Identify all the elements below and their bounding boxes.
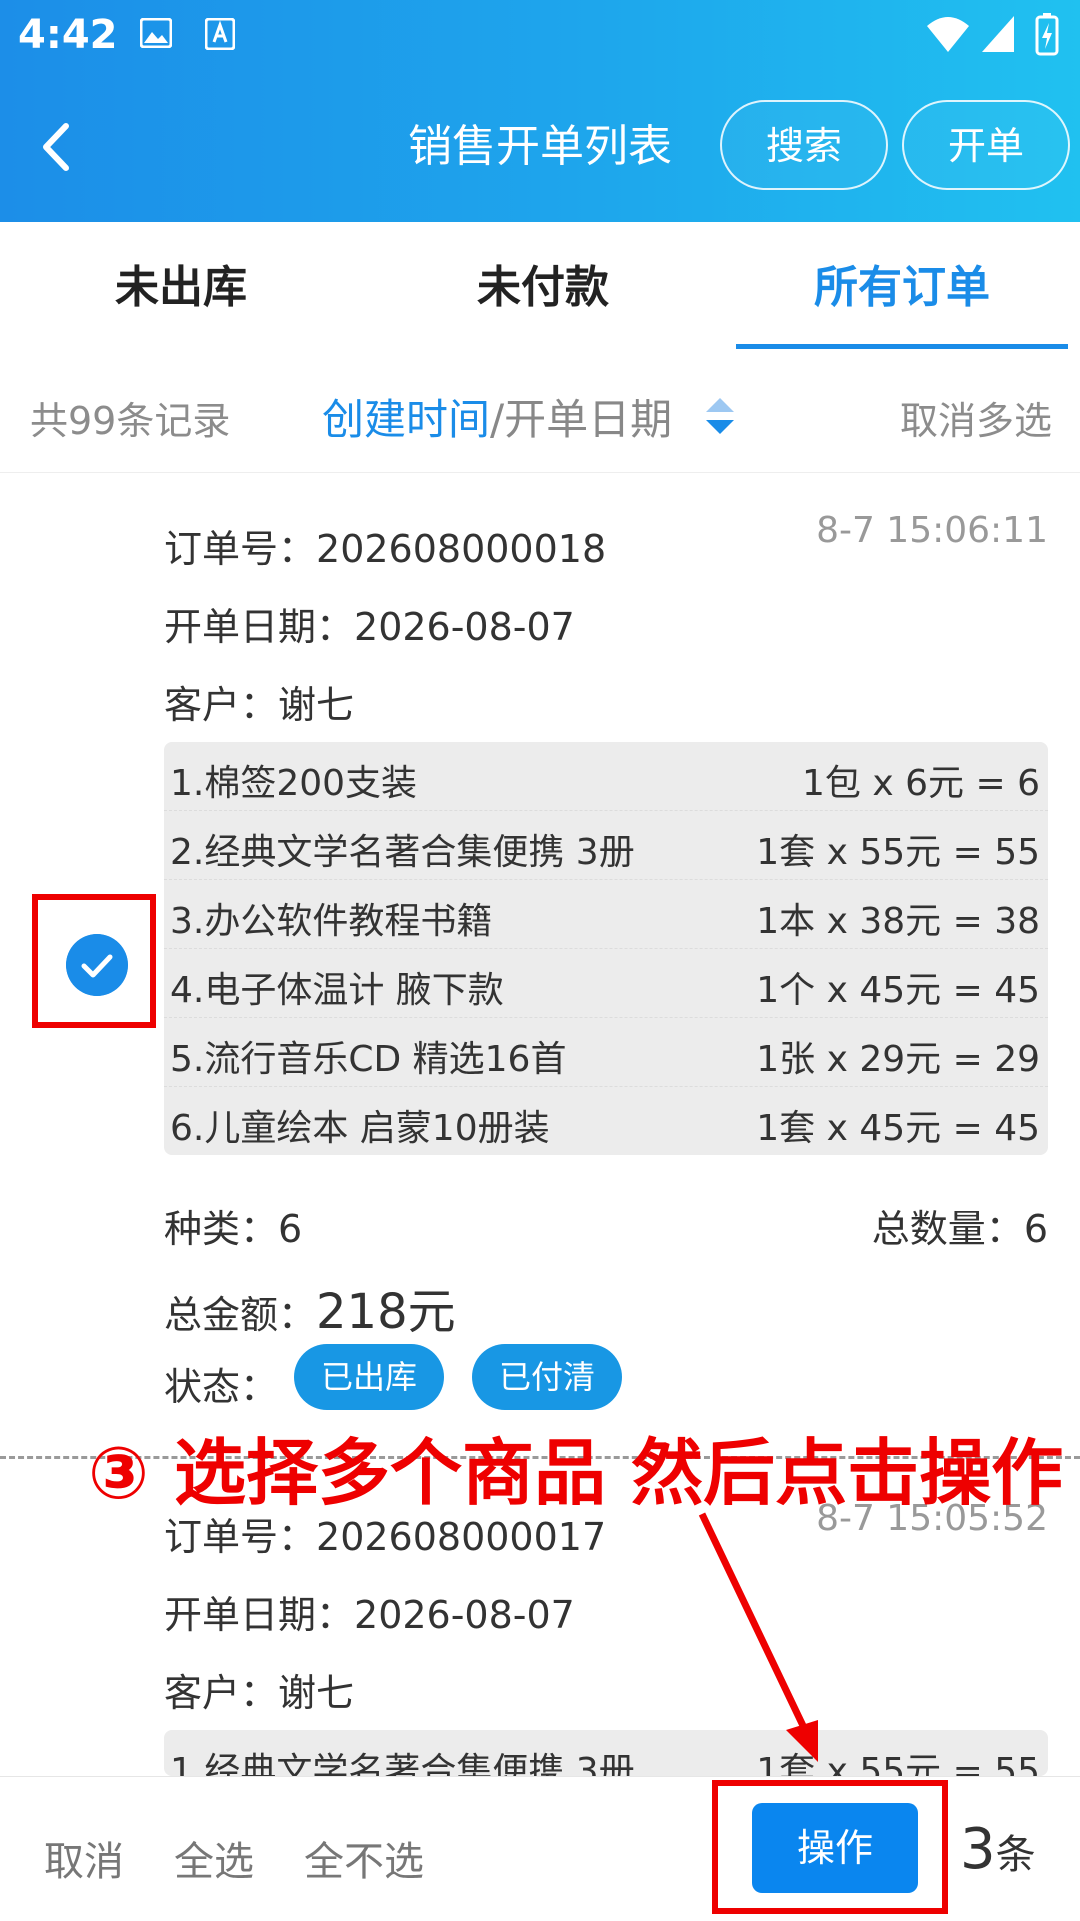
annotation-instruction: ③ 选择多个商品 然后点击操作 bbox=[88, 1431, 1064, 1515]
item-name: 2.经典文学名著合集便携 3册 bbox=[170, 832, 635, 873]
item-name: 5.流行音乐CD 精选16首 bbox=[170, 1039, 567, 1080]
status-bar: 4:42 bbox=[0, 0, 1080, 74]
active-tab-indicator bbox=[736, 344, 1068, 349]
order-date-label: 开单日期： bbox=[164, 605, 355, 649]
order-date: 开单日期：2026-08-07 bbox=[164, 1584, 575, 1639]
order-items-list: 1.经典文学名著合集便携 3册 1套 x 55元 = 55 bbox=[164, 1730, 1048, 1776]
order-date-value: 2026-08-07 bbox=[354, 1593, 575, 1637]
order-number-label: 订单号： bbox=[164, 1515, 317, 1559]
item-name: 6.儿童绘本 启蒙10册装 bbox=[170, 1108, 550, 1149]
item-name: 1.经典文学名著合集便携 3册 bbox=[170, 1751, 635, 1776]
cancel-button[interactable]: 取消 bbox=[44, 1829, 124, 1887]
order-customer: 客户：谢七 bbox=[164, 674, 354, 729]
order-number-value: 202608000017 bbox=[316, 1515, 607, 1559]
list-item: 5.流行音乐CD 精选16首 1张 x 29元 = 29 bbox=[164, 1018, 1048, 1087]
new-order-button[interactable]: 开单 bbox=[902, 100, 1070, 190]
battery-icon bbox=[1035, 13, 1059, 56]
item-name: 1.棉签200支装 bbox=[170, 763, 418, 804]
amount-value: 218元 bbox=[316, 1284, 456, 1340]
signal-icon bbox=[982, 16, 1014, 52]
sort-arrows-icon[interactable] bbox=[702, 392, 738, 440]
order-kinds: 种类：6 bbox=[164, 1198, 302, 1253]
status-label: 状态： bbox=[164, 1365, 279, 1409]
customer-value: 谢七 bbox=[278, 1671, 355, 1715]
selected-count: 3条 bbox=[960, 1817, 1036, 1882]
order-total-amount: 总金额：218元 bbox=[164, 1272, 456, 1342]
customer-label: 客户： bbox=[164, 683, 279, 727]
tab-unpaid[interactable]: 未付款 bbox=[362, 222, 724, 354]
checked-circle-icon[interactable] bbox=[66, 934, 128, 996]
status-time: 4:42 bbox=[18, 12, 118, 58]
selected-count-unit: 条 bbox=[995, 1832, 1036, 1878]
list-item: 1.棉签200支装 1包 x 6元 = 6 bbox=[164, 742, 1048, 811]
record-count: 共99条记录 bbox=[30, 399, 231, 443]
item-name: 4.电子体温计 腋下款 bbox=[170, 970, 504, 1011]
tab-not-shipped[interactable]: 未出库 bbox=[0, 222, 362, 354]
list-item: 6.儿童绘本 启蒙10册装 1套 x 45元 = 45 bbox=[164, 1087, 1048, 1155]
sort-option-date[interactable]: 开单日期 bbox=[504, 395, 672, 444]
select-all-button[interactable]: 全选 bbox=[174, 1829, 254, 1887]
order-date: 开单日期：2026-08-07 bbox=[164, 596, 575, 651]
text-notification-icon bbox=[205, 18, 235, 50]
item-price: 1张 x 29元 = 29 bbox=[756, 1039, 1040, 1080]
kinds-value: 6 bbox=[278, 1207, 303, 1251]
status-badge-paid: 已付清 bbox=[472, 1344, 622, 1410]
item-price: 1个 x 45元 = 45 bbox=[756, 970, 1040, 1011]
list-item: 4.电子体温计 腋下款 1个 x 45元 = 45 bbox=[164, 949, 1048, 1018]
wifi-icon bbox=[927, 17, 969, 52]
order-number: 订单号：202608000018 bbox=[164, 518, 606, 573]
list-item: 2.经典文学名著合集便携 3册 1套 x 55元 = 55 bbox=[164, 811, 1048, 880]
select-none-button[interactable]: 全不选 bbox=[304, 1829, 424, 1887]
tab-bar: 未出库 未付款 所有订单 bbox=[0, 222, 1080, 354]
item-price: 1套 x 55元 = 55 bbox=[756, 1751, 1040, 1776]
item-price: 1套 x 55元 = 55 bbox=[756, 832, 1040, 873]
order-time: 8-7 15:06:11 bbox=[816, 510, 1048, 551]
order-date-value: 2026-08-07 bbox=[354, 605, 575, 649]
sort-separator: / bbox=[490, 395, 505, 444]
item-price: 1包 x 6元 = 6 bbox=[802, 763, 1040, 804]
order-number-label: 订单号： bbox=[164, 527, 317, 571]
item-name: 3.办公软件教程书籍 bbox=[170, 901, 493, 942]
customer-label: 客户： bbox=[164, 1671, 279, 1715]
status-badge-shipped: 已出库 bbox=[294, 1344, 444, 1410]
order-customer: 客户：谢七 bbox=[164, 1662, 354, 1717]
filter-bar: 共99条记录 创建时间/开单日期 取消多选 bbox=[0, 354, 1080, 473]
page-title: 销售开单列表 bbox=[408, 121, 672, 172]
list-item: 1.经典文学名著合集便携 3册 1套 x 55元 = 55 bbox=[164, 1730, 1048, 1776]
back-arrow-icon[interactable] bbox=[30, 112, 90, 182]
list-item: 3.办公软件教程书籍 1本 x 38元 = 38 bbox=[164, 880, 1048, 949]
amount-label: 总金额： bbox=[164, 1293, 317, 1337]
tab-all-orders[interactable]: 所有订单 bbox=[736, 222, 1068, 354]
qty-value: 6 bbox=[1023, 1207, 1048, 1251]
order-total-qty: 总数量：6 bbox=[872, 1198, 1048, 1253]
highlight-box-operate bbox=[712, 1780, 948, 1914]
item-price: 1本 x 38元 = 38 bbox=[756, 901, 1040, 942]
order-number-value: 202608000018 bbox=[316, 527, 607, 571]
search-button[interactable]: 搜索 bbox=[720, 100, 888, 190]
sort-option-created[interactable]: 创建时间 bbox=[322, 395, 490, 444]
customer-value: 谢七 bbox=[278, 683, 355, 727]
sort-toggle[interactable]: 创建时间/开单日期 bbox=[322, 386, 672, 447]
kinds-label: 种类： bbox=[164, 1207, 279, 1251]
order-date-label: 开单日期： bbox=[164, 1593, 355, 1637]
image-notification-icon bbox=[140, 18, 172, 48]
qty-label: 总数量： bbox=[871, 1207, 1024, 1251]
order-items-list: 1.棉签200支装 1包 x 6元 = 6 2.经典文学名著合集便携 3册 1套 x… bbox=[164, 742, 1048, 1155]
selected-count-value: 3 bbox=[960, 1817, 996, 1882]
item-price: 1套 x 45元 = 45 bbox=[756, 1108, 1040, 1149]
cancel-multiselect-button[interactable]: 取消多选 bbox=[900, 390, 1052, 445]
